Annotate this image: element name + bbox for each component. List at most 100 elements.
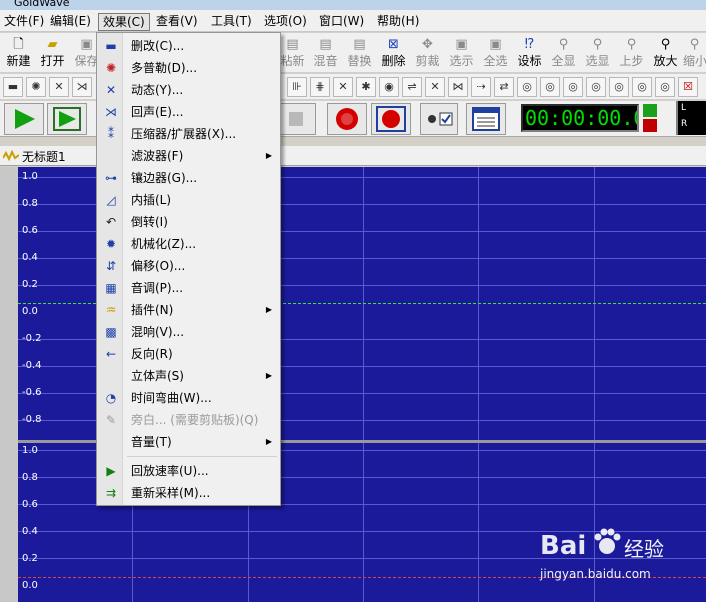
record-button[interactable] — [327, 103, 367, 135]
stop-button[interactable] — [276, 103, 316, 135]
y-axis-label: 0.6 — [22, 225, 38, 236]
menu-item-flanger[interactable]: ⊶ 镶边器(G)... — [98, 167, 280, 189]
submenu-arrow-icon: ▶ — [265, 305, 272, 314]
select-view-icon: ▣ — [455, 37, 468, 52]
play-selection-button[interactable] — [47, 103, 87, 135]
menu-item-interpolate[interactable]: ◿ 内插(L) — [98, 189, 280, 211]
menu-item-filter[interactable]: 滤波器(F) ▶ — [98, 145, 280, 167]
effect-tool-button[interactable]: ◎ — [563, 77, 583, 97]
set-marker-button[interactable]: ⁉ 设标 — [513, 35, 546, 72]
menu-item-reverb[interactable]: ▩ 混响(V)... — [98, 321, 280, 343]
doppler-tool-icon: ✺ — [31, 80, 41, 93]
open-button[interactable]: ▰ 打开 — [36, 35, 69, 72]
menu-window[interactable]: 窗口(W) — [315, 13, 368, 31]
menu-item-resample[interactable]: ⇉ 重新采样(M)... — [98, 482, 280, 504]
menu-item-playback-rate[interactable]: ▶ 回放速率(U)... — [98, 460, 280, 482]
zoom-all-button[interactable]: ⚲ 全显 — [547, 35, 580, 72]
select-all-button[interactable]: ▣ 全选 — [479, 35, 512, 72]
save-icon: ▣ — [80, 37, 93, 52]
effect-tool-button[interactable]: ✺ — [26, 77, 46, 97]
zoom-in-button[interactable]: ⚲ 放大 — [649, 35, 682, 72]
flanger-icon: ⊶ — [105, 171, 117, 185]
waveform-doc-icon — [3, 150, 19, 162]
effect-tool-button[interactable]: ⋕ — [310, 77, 330, 97]
effect-tool-button[interactable]: ◎ — [586, 77, 606, 97]
effect-tool-button[interactable]: ◎ — [540, 77, 560, 97]
menu-item-time-warp[interactable]: ◔ 时间弯曲(W)... — [98, 387, 280, 409]
stop-icon — [289, 112, 303, 126]
menu-item-offset[interactable]: ⇵ 偏移(O)... — [98, 255, 280, 277]
y-axis-label: -0.8 — [22, 414, 42, 425]
menu-item-mechanize[interactable]: ✹ 机械化(Z)... — [98, 233, 280, 255]
menu-item-reverse[interactable]: ← 反向(R) — [98, 343, 280, 365]
menu-item-doppler[interactable]: ✺ 多普勒(D)... — [98, 57, 280, 79]
delete-button[interactable]: ⊠ 删除 — [377, 35, 410, 72]
submenu-arrow-icon: ▶ — [265, 371, 272, 380]
remove-icon: ▬ — [105, 39, 117, 53]
menu-file[interactable]: 文件(F) — [0, 13, 48, 31]
menu-item-pitch[interactable]: ▦ 音调(P)... — [98, 277, 280, 299]
effect-tool-button[interactable]: ▬ — [3, 77, 23, 97]
menu-item-volume[interactable]: 音量(T) ▶ — [98, 431, 280, 453]
offset-tool-icon: ⇢ — [476, 80, 486, 93]
menu-item-echo[interactable]: ⋊ 回声(E)... — [98, 101, 280, 123]
menu-effects[interactable]: 效果(C) — [98, 13, 150, 31]
zoom-previous-button[interactable]: ⚲ 上步 — [615, 35, 648, 72]
mechanize-icon: ✹ — [105, 237, 117, 251]
menu-help[interactable]: 帮助(H) — [373, 13, 423, 31]
select-view-button[interactable]: ▣ 选示 — [445, 35, 478, 72]
effect-tool-button[interactable]: ⋊ — [72, 77, 92, 97]
menu-options[interactable]: 选项(O) — [260, 13, 311, 31]
menu-item-compressor[interactable]: ⁑ 压缩器/扩展器(X)... — [98, 123, 280, 145]
trim-icon: ✥ — [422, 37, 433, 52]
equalizer-tool-icon: ⋕ — [315, 80, 325, 93]
effect-tool-button[interactable]: ◎ — [517, 77, 537, 97]
window-view-button[interactable] — [466, 103, 506, 135]
resample-icon: ⇉ — [105, 486, 117, 500]
title-bar: GoldWave — [0, 0, 706, 10]
menu-item-remove[interactable]: ▬ 删改(C)... — [98, 35, 280, 57]
device-controls-button[interactable] — [420, 103, 458, 135]
doppler-icon: ✺ — [105, 61, 117, 75]
menu-edit[interactable]: 编辑(E) — [46, 13, 95, 31]
effect-tool-button[interactable]: ◎ — [632, 77, 652, 97]
y-axis-label: 0.2 — [22, 553, 38, 564]
effect-tool-button[interactable]: ⇄ — [494, 77, 514, 97]
mix-tool-icon: ✕ — [338, 80, 348, 93]
effect-tool-button[interactable]: ⋈ — [448, 77, 468, 97]
record-selection-button[interactable] — [371, 103, 411, 135]
effect-tool-button[interactable]: ☒ — [678, 77, 698, 97]
replace-button[interactable]: ▤ 替换 — [343, 35, 376, 72]
y-axis-label: 0.0 — [22, 580, 38, 591]
play-button[interactable] — [4, 103, 44, 135]
effect-tool-button[interactable]: ◎ — [609, 77, 629, 97]
mix-button[interactable]: ▤ 混音 — [309, 35, 342, 72]
filter-icon — [103, 148, 119, 164]
effect-tool-button[interactable]: ⇢ — [471, 77, 491, 97]
y-axis-label: -0.6 — [22, 387, 42, 398]
effect-tool-button[interactable]: ⇌ — [402, 77, 422, 97]
effect-tool-button[interactable]: ⊪ — [287, 77, 307, 97]
y-axis-label: 0.4 — [22, 252, 38, 263]
zoom-selection-button[interactable]: ⚲ 选显 — [581, 35, 614, 72]
menu-item-plugin[interactable]: ♒ 插件(N) ▶ — [98, 299, 280, 321]
view-tool-icon: ◉ — [384, 80, 394, 93]
effect-tool-button[interactable]: ✕ — [49, 77, 69, 97]
menu-item-invert[interactable]: ↶ 倒转(I) — [98, 211, 280, 233]
menu-item-voice-over[interactable]: ✎ 旁白... (需要剪贴板)(Q) — [98, 409, 280, 431]
y-axis-label: 0.8 — [22, 472, 38, 483]
effect-tool-button[interactable]: ◉ — [379, 77, 399, 97]
menu-tools[interactable]: 工具(T) — [207, 13, 256, 31]
timecode-display: 00:00:00.0 — [521, 104, 639, 132]
menu-view[interactable]: 查看(V) — [152, 13, 202, 31]
new-button[interactable]: 🗋 新建 — [2, 35, 35, 72]
zoom-out-button[interactable]: ⚲ 缩小 — [683, 35, 706, 72]
effect-tool-button[interactable]: ✱ — [356, 77, 376, 97]
trim-button[interactable]: ✥ 剪裁 — [411, 35, 444, 72]
effect-tool-button[interactable]: ◎ — [655, 77, 675, 97]
window-title: GoldWave — [14, 0, 70, 9]
menu-item-dynamics[interactable]: ✕ 动态(Y)... — [98, 79, 280, 101]
menu-item-stereo[interactable]: 立体声(S) ▶ — [98, 365, 280, 387]
effect-tool-button[interactable]: ✕ — [333, 77, 353, 97]
effect-tool-button[interactable]: ✕ — [425, 77, 445, 97]
